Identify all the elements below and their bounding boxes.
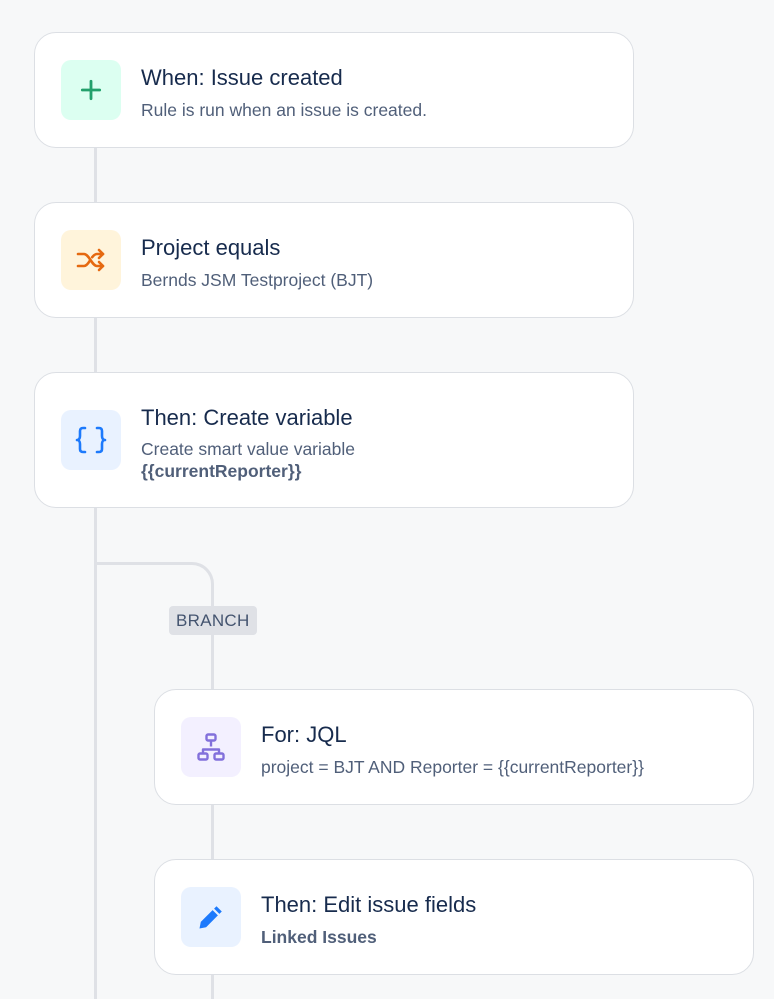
create-variable-title: Then: Create variable	[141, 405, 353, 430]
for-jql-icon-box	[181, 717, 241, 777]
for-jql-query: project = BJT AND Reporter = {{currentRe…	[261, 757, 644, 777]
create-variable-icon-box	[61, 410, 121, 470]
plus-icon	[80, 79, 102, 101]
trigger-icon-box	[61, 60, 121, 120]
action-card-create-variable[interactable]: Then: Create variable Create smart value…	[34, 372, 634, 508]
shuffle-icon	[76, 248, 105, 272]
condition-card-project-equals[interactable]: Project equals Bernds JSM Testproject (B…	[34, 202, 634, 318]
branch-card-edit-issue-fields[interactable]: Then: Edit issue fields Linked Issues	[154, 859, 754, 975]
trigger-title: When: Issue created	[141, 65, 343, 90]
pencil-icon	[199, 906, 222, 929]
condition-subtitle: Bernds JSM Testproject (BJT)	[141, 270, 374, 290]
branch-label: BRANCH	[169, 606, 257, 635]
edit-fields-icon-box	[181, 887, 241, 947]
trigger-card-issue-created[interactable]: When: Issue created Rule is run when an …	[34, 32, 634, 148]
condition-title: Project equals	[141, 235, 281, 260]
trigger-subtitle: Rule is run when an issue is created.	[141, 100, 427, 120]
edit-fields-field-name: Linked Issues	[261, 927, 377, 947]
edit-fields-subtitle: Linked Issues	[261, 926, 377, 948]
hierarchy-icon	[197, 733, 225, 761]
create-variable-subtitle: Create smart value variable {{currentRep…	[141, 438, 355, 482]
create-variable-subtitle-text: Create smart value variable	[141, 439, 355, 459]
edit-fields-title: Then: Edit issue fields	[261, 892, 477, 917]
curly-braces-icon	[75, 426, 107, 454]
branch-connector-corner	[94, 562, 214, 602]
for-jql-title: For: JQL	[261, 722, 347, 747]
create-variable-name: {{currentReporter}}	[141, 461, 302, 481]
branch-card-for-jql[interactable]: For: JQL project = BJT AND Reporter = {{…	[154, 689, 754, 805]
condition-icon-box	[61, 230, 121, 290]
